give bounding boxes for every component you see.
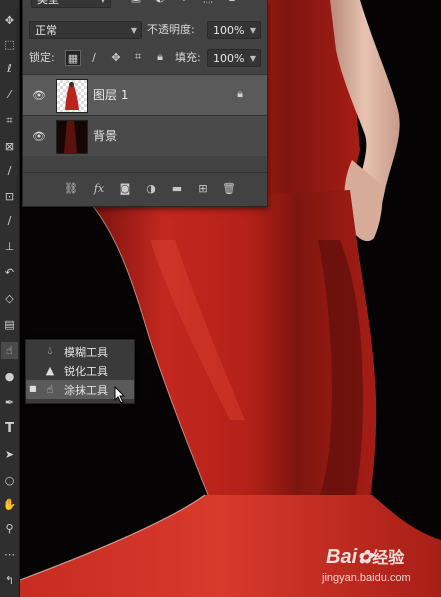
watermark-suffix: 经验 <box>372 550 405 567</box>
lock-artboard-icon[interactable]: ⌗ <box>131 50 145 64</box>
dodge-icon[interactable]: ● <box>1 368 18 385</box>
flyout-item-blur[interactable]: 💧︎ 模糊工具 <box>26 342 134 361</box>
filter-smart-icon[interactable]: ▪ <box>225 0 239 4</box>
baidu-watermark: Bai✿经验 jingyan.baidu.com <box>320 540 438 592</box>
fx-icon[interactable]: fx <box>91 180 107 196</box>
flyout-item-label: 模糊工具 <box>64 346 108 359</box>
blend-row: 正常 ▼ 不透明度: 100% ▼ <box>23 18 267 42</box>
healing-brush-icon[interactable]: ⊡ <box>1 188 18 205</box>
opacity-value: 100% <box>213 24 245 37</box>
sharpen-triangle-icon: ▲ <box>45 363 55 377</box>
hand-icon[interactable]: ✋ <box>1 496 18 513</box>
lock-all-icon[interactable]: 🔒︎ <box>153 50 167 64</box>
blend-mode-value: 正常 <box>35 24 57 37</box>
lock-transparent-icon[interactable]: ▦ <box>65 50 81 66</box>
frame-icon[interactable]: ⊠ <box>1 138 18 155</box>
swap-colors-icon[interactable]: ↰ <box>1 572 18 589</box>
lock-label: 锁定: <box>29 51 55 64</box>
smudge-icon[interactable]: ☝ <box>1 342 18 359</box>
link-icon[interactable]: ⛓︎ <box>63 180 79 196</box>
marquee-icon[interactable]: ⬚ <box>1 36 18 53</box>
layers-panel: 类型 ▼ ▣ ◐ T ⬚ ▪ 正常 ▼ 不透明度: 100% ▼ 锁定: ▦ ∕… <box>22 0 268 207</box>
watermark-brand: Bai <box>326 546 358 568</box>
layer-thumbnail <box>56 79 88 113</box>
fill-value: 100% <box>213 52 245 65</box>
selected-bullet-icon: ■ <box>29 384 37 393</box>
gradient-icon[interactable]: ▤ <box>1 316 18 333</box>
trash-icon[interactable]: 🗑︎ <box>221 180 237 196</box>
filter-kind-value: 类型 <box>37 0 59 6</box>
tool-flyout-menu: 💧︎ 模糊工具 ▲ 锐化工具 ■ ☝ 涂抹工具 <box>25 339 135 404</box>
flyout-item-label: 锐化工具 <box>64 365 108 378</box>
shape-icon[interactable]: ○ <box>1 472 18 489</box>
fill-label: 填充: <box>175 51 201 64</box>
opacity-input[interactable]: 100% ▼ <box>207 21 261 39</box>
chevron-down-icon: ▼ <box>249 54 256 63</box>
visibility-eye-icon[interactable]: 👁︎ <box>32 88 46 102</box>
filter-type-icon[interactable]: T <box>177 0 191 4</box>
eraser-icon[interactable]: ◇ <box>1 290 18 307</box>
flyout-item-sharpen[interactable]: ▲ 锐化工具 <box>26 361 134 380</box>
lasso-icon[interactable]: ℓ <box>1 60 18 77</box>
model-thumbnail <box>65 82 79 110</box>
layer-row[interactable]: 👁︎ 图层 1 🔒︎ <box>23 74 267 115</box>
watermark-url: jingyan.baidu.com <box>322 572 411 584</box>
layer-thumbnail <box>56 120 88 154</box>
lock-position-icon[interactable]: ✥ <box>109 50 123 64</box>
mouse-cursor-icon <box>114 386 126 404</box>
chevron-down-icon: ▼ <box>130 26 137 35</box>
smudge-finger-icon: ☝ <box>46 382 54 396</box>
tools-panel: ✥ ⬚ ℓ ⁄ ⌗ ⊠ ∕ ⊡ ∕ ⊥ ↶ ◇ ▤ ☝ ● ✒ T ➤ ○ ✋ … <box>0 0 20 597</box>
filter-adjustment-icon[interactable]: ◐ <box>153 0 167 4</box>
layer-lock-icon: 🔒︎ <box>237 87 243 100</box>
chevron-down-icon: ▼ <box>100 0 106 7</box>
filter-kind-select[interactable]: 类型 ▼ <box>31 0 111 8</box>
visibility-eye-icon[interactable]: 👁︎ <box>32 129 46 143</box>
clone-stamp-icon[interactable]: ⊥ <box>1 238 18 255</box>
path-selection-icon[interactable]: ➤ <box>1 446 18 463</box>
layer-name: 背景 <box>93 129 118 143</box>
layer-name: 图层 1 <box>93 88 129 102</box>
folder-icon[interactable]: ▬ <box>169 180 185 196</box>
mask-icon[interactable]: ◙ <box>117 180 133 196</box>
blur-drop-icon: 💧︎ <box>47 344 53 357</box>
new-layer-icon[interactable]: ⊞ <box>195 180 211 196</box>
filter-row: 类型 ▼ ▣ ◐ T ⬚ ▪ <box>23 0 267 8</box>
brush-icon[interactable]: ∕ <box>1 212 18 229</box>
filter-pixel-icon[interactable]: ▣ <box>129 0 143 4</box>
flyout-item-label: 涂抹工具 <box>64 384 108 397</box>
more-tools-icon[interactable]: ⋯ <box>1 546 18 563</box>
pen-icon[interactable]: ✒ <box>1 394 18 411</box>
background-thumbnail <box>57 121 87 153</box>
crop-icon[interactable]: ⌗ <box>1 112 18 129</box>
fill-input[interactable]: 100% ▼ <box>207 49 261 67</box>
lock-brush-icon[interactable]: ∕ <box>87 50 101 64</box>
eyedropper-icon[interactable]: ∕ <box>1 162 18 179</box>
blend-mode-select[interactable]: 正常 ▼ <box>29 21 142 39</box>
type-icon[interactable]: T <box>1 420 18 437</box>
layer-row[interactable]: 👁︎ 背景 <box>23 115 267 156</box>
chevron-down-icon: ▼ <box>249 26 256 35</box>
adjustment-icon[interactable]: ◑ <box>143 180 159 196</box>
move-icon[interactable]: ✥ <box>1 12 18 29</box>
layers-footer: ⛓︎ fx ◙ ◑ ▬ ⊞ 🗑︎ <box>23 172 267 203</box>
magic-wand-icon[interactable]: ⁄ <box>1 86 18 103</box>
paw-icon: ✿ <box>357 547 373 567</box>
filter-shape-icon[interactable]: ⬚ <box>201 0 215 4</box>
history-brush-icon[interactable]: ↶ <box>1 264 18 281</box>
zoom-icon[interactable]: ⚲ <box>1 520 18 537</box>
lock-row: 锁定: ▦ ∕ ✥ ⌗ 🔒︎ 填充: 100% ▼ <box>23 45 267 71</box>
opacity-label: 不透明度: <box>147 23 195 36</box>
